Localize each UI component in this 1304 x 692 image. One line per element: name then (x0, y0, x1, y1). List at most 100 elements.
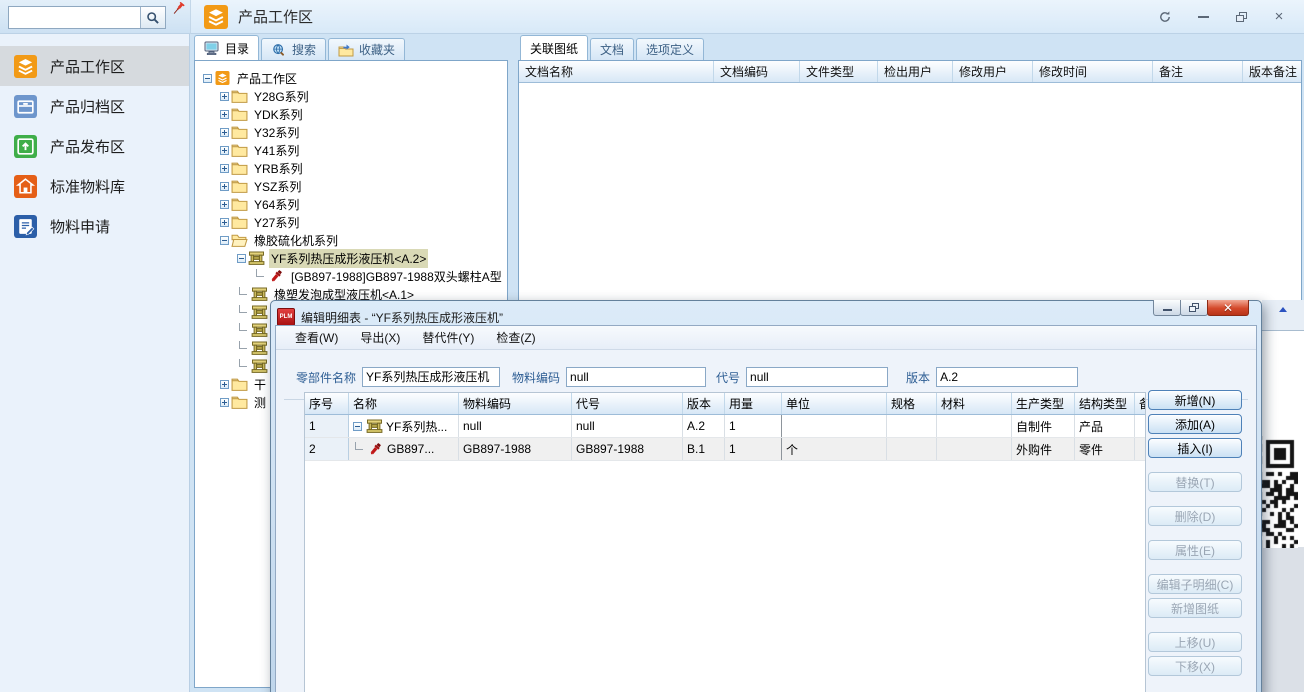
tree-item[interactable]: Y41系列 (195, 141, 507, 159)
bom-column-header[interactable]: 备注 (1135, 393, 1146, 414)
dialog-close-button[interactable]: ✕ (1207, 300, 1249, 316)
tree-item[interactable]: YRB系列 (195, 159, 507, 177)
expander-icon[interactable] (239, 359, 247, 367)
dialog-restore-button[interactable] (1180, 300, 1208, 316)
field-input[interactable]: null (566, 367, 706, 387)
bom-column-header[interactable]: 版本 (683, 393, 725, 414)
expander-icon[interactable] (256, 269, 264, 277)
tree-item[interactable]: YDK系列 (195, 105, 507, 123)
expander-icon[interactable] (220, 128, 229, 137)
bom-column-header[interactable]: 物料编码 (459, 393, 572, 414)
sidebar-item[interactable]: 标准物料库 (0, 166, 189, 206)
dialog-button[interactable]: 编辑子明细(C) (1148, 574, 1242, 594)
doc-column-header[interactable]: 文档编码 (714, 61, 800, 82)
sidebar-item[interactable]: 产品工作区 (0, 46, 189, 86)
expander-icon[interactable] (239, 341, 247, 349)
expander-icon[interactable] (220, 164, 229, 173)
doc-column-header[interactable]: 备注 (1153, 61, 1243, 82)
dialog-button[interactable]: 替换(T) (1148, 472, 1242, 492)
bom-column-header[interactable]: 材料 (937, 393, 1012, 414)
minimize-button[interactable] (1184, 5, 1222, 29)
tree-tab[interactable]: 收藏夹 (328, 38, 405, 60)
expander-icon[interactable] (353, 422, 362, 431)
pin-icon[interactable] (170, 1, 186, 17)
bom-column-header[interactable]: 序号 (305, 393, 349, 414)
dialog-button[interactable]: 下移(X) (1148, 656, 1242, 676)
expander-icon[interactable] (220, 146, 229, 155)
field-label: 零部件名称 (296, 369, 356, 386)
menu-item[interactable]: 替代件(Y) (411, 329, 485, 346)
doc-tab[interactable]: 文档 (590, 38, 634, 60)
scroll-up-arrow-icon[interactable] (1279, 307, 1287, 312)
expander-icon[interactable] (239, 287, 247, 295)
search-button[interactable] (140, 7, 165, 28)
field-input[interactable]: null (746, 367, 888, 387)
expander-icon[interactable] (355, 442, 363, 450)
field-input[interactable]: YF系列热压成形液压机 (362, 367, 500, 387)
expander-icon[interactable] (237, 254, 246, 263)
menu-item[interactable]: 导出(X) (349, 329, 411, 346)
tree-tab[interactable]: 目录 (194, 35, 259, 60)
bom-row[interactable]: 2 GB897... GB897-1988 GB897-1988 B.1 1 个 (305, 438, 1145, 461)
dialog-button[interactable]: 属性(E) (1148, 540, 1242, 560)
field-input[interactable]: A.2 (936, 367, 1078, 387)
doc-tab[interactable]: 选项定义 (636, 38, 704, 60)
bom-column-header[interactable]: 单位 (782, 393, 887, 414)
tree-item[interactable]: Y28G系列 (195, 87, 507, 105)
close-button[interactable]: × (1260, 5, 1298, 29)
restore-button[interactable] (1222, 5, 1260, 29)
bom-row[interactable]: 1 YF系列热... null null A.2 1 (305, 415, 1145, 438)
menu-item[interactable]: 查看(W) (284, 329, 349, 346)
expander-icon[interactable] (220, 182, 229, 191)
doc-column-header[interactable]: 文档名称 (519, 61, 714, 82)
search-box (8, 6, 166, 29)
expander-icon[interactable] (203, 74, 212, 83)
expander-icon[interactable] (220, 380, 229, 389)
dialog-button[interactable]: 添加(A) (1148, 414, 1242, 434)
tree-item[interactable]: 橡胶硫化机系列 (195, 231, 507, 249)
refresh-button[interactable] (1146, 5, 1184, 29)
dialog-button[interactable]: 新增图纸 (1148, 598, 1242, 618)
doc-column-header[interactable]: 文件类型 (800, 61, 878, 82)
doc-column-header[interactable]: 检出用户 (878, 61, 953, 82)
expander-icon[interactable] (220, 218, 229, 227)
tree-item[interactable]: 产品工作区 (195, 69, 507, 87)
doc-column-header[interactable]: 版本备注 (1243, 61, 1304, 82)
expander-icon[interactable] (220, 236, 229, 245)
expander-icon[interactable] (239, 305, 247, 313)
expander-icon[interactable] (220, 110, 229, 119)
dialog-button[interactable]: 上移(U) (1148, 632, 1242, 652)
sidebar-item[interactable]: 物料申请 (0, 206, 189, 246)
scrollbar-up-area[interactable] (1262, 300, 1304, 331)
bom-table: 序号 名称 物料编码 代号 (304, 392, 1146, 692)
sidebar-item[interactable]: 产品发布区 (0, 126, 189, 166)
dialog-button[interactable]: 删除(D) (1148, 506, 1242, 526)
bom-column-header[interactable]: 规格 (887, 393, 937, 414)
bom-column-header[interactable]: 代号 (572, 393, 683, 414)
tree-item[interactable]: YF系列热压成形液压机<A.2> (195, 249, 507, 267)
bom-column-header[interactable]: 名称 (349, 393, 459, 414)
bom-column-header[interactable]: 用量 (725, 393, 782, 414)
expander-icon[interactable] (220, 398, 229, 407)
dialog-button[interactable]: 插入(I) (1148, 438, 1242, 458)
tree-item[interactable]: Y27系列 (195, 213, 507, 231)
bom-column-header[interactable]: 生产类型 (1012, 393, 1075, 414)
doc-tab[interactable]: 关联图纸 (520, 35, 588, 60)
tree-item[interactable]: [GB897-1988]GB897-1988双头螺柱A型 (195, 267, 507, 285)
bom-column-header[interactable]: 结构类型 (1075, 393, 1135, 414)
tree-tab[interactable]: 搜索 (261, 38, 326, 60)
expander-icon[interactable] (220, 92, 229, 101)
tree-item[interactable]: Y32系列 (195, 123, 507, 141)
expander-icon[interactable] (239, 323, 247, 331)
magnifier-icon (146, 11, 160, 25)
dialog-button[interactable]: 新增(N) (1148, 390, 1242, 410)
sidebar-item[interactable]: 产品归档区 (0, 86, 189, 126)
doc-column-header[interactable]: 修改用户 (953, 61, 1033, 82)
tree-item[interactable]: YSZ系列 (195, 177, 507, 195)
tree-item[interactable]: Y64系列 (195, 195, 507, 213)
expander-icon[interactable] (220, 200, 229, 209)
menu-item[interactable]: 检查(Z) (485, 329, 546, 346)
dialog-minimize-button[interactable] (1153, 300, 1181, 316)
doc-column-header[interactable]: 修改时间 (1033, 61, 1153, 82)
search-input[interactable] (9, 7, 140, 28)
